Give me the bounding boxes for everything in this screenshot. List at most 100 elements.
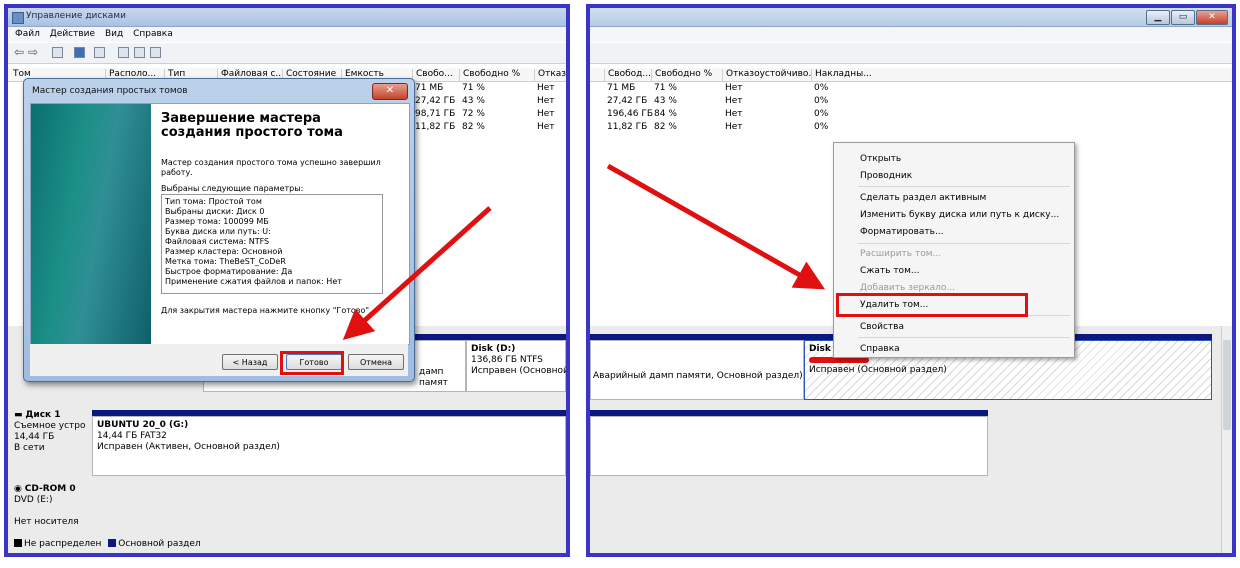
menu-item-explorer[interactable]: Проводник — [860, 171, 912, 181]
title-bar: ▁ ▭ ✕ — [590, 8, 1232, 27]
volume-name: Disk (D:) — [471, 344, 516, 354]
table-row[interactable]: 27,42 ГБ 43 % Нет 0% — [590, 96, 1232, 108]
left-screenshot: Управление дисками Файл Действие Вид Спр… — [4, 4, 570, 557]
wizard-summary-box[interactable]: Тип тома: Простой том Выбраны диски: Дис… — [161, 194, 383, 294]
volume-size: 136,86 ГБ NTFS — [471, 355, 543, 365]
wizard-heading: Завершение мастера создания простого том… — [161, 111, 343, 140]
cancel-button[interactable]: Отмена — [348, 354, 404, 370]
legend-unallocated: Не распределен — [24, 539, 102, 549]
table-row[interactable]: 196,46 ГБ 84 % Нет 0% — [590, 109, 1232, 121]
help-icon[interactable] — [74, 47, 85, 58]
legend-primary: Основной раздел — [118, 539, 201, 549]
menu-file[interactable]: Файл — [15, 29, 40, 39]
col-free-pct[interactable]: Свободно % — [459, 69, 535, 81]
menu-separator — [858, 186, 1070, 187]
disk1-name: Диск 1 — [25, 410, 61, 420]
volume-disk-d[interactable]: Disk (D:) 136,86 ГБ NTFS Исправен (Основ… — [466, 340, 566, 392]
summary-line: Размер кластера: Основной — [165, 247, 283, 256]
rescan-icon[interactable] — [134, 47, 145, 58]
summary-line: Выбраны диски: Диск 0 — [165, 207, 265, 216]
disk-management-icon — [12, 12, 24, 24]
list-view-icon[interactable] — [94, 47, 105, 58]
wizard-title: Мастер создания простых томов — [32, 86, 188, 96]
cell-fault: Нет — [725, 122, 743, 132]
col-free[interactable]: Свобо... — [412, 69, 460, 81]
menu-item-change-letter[interactable]: Изменить букву диска или путь к диску... — [860, 210, 1059, 220]
cdrom-drive: DVD (E:) — [14, 495, 53, 505]
cell-fault: Нет — [537, 122, 555, 132]
cell-fault: Нет — [725, 96, 743, 106]
volume-name: UBUNTU 20_0 (G:) — [97, 420, 189, 430]
menu-item-open[interactable]: Открыть — [860, 154, 901, 164]
cell-overhead: 0% — [814, 122, 829, 132]
menu-view[interactable]: Вид — [105, 29, 123, 39]
table-row[interactable]: 71 МБ 71 % Нет 0% — [590, 83, 1232, 95]
unallocated-swatch — [14, 539, 22, 547]
crash-dump-fragment: дамп памят — [419, 367, 448, 388]
disk1-label[interactable]: ▬ Диск 1 Съемное устро 14,44 ГБ В сети — [14, 410, 86, 454]
refresh-icon[interactable] — [118, 47, 129, 58]
volume-status: Исправен (Основной р — [471, 366, 570, 376]
volume-ubuntu[interactable]: UBUNTU 20_0 (G:) 14,44 ГБ FAT32 Исправен… — [92, 416, 566, 476]
summary-line: Размер тома: 100099 МБ — [165, 217, 269, 226]
col-free-pct[interactable]: Свободно % — [651, 69, 723, 81]
back-arrow-icon[interactable]: ⇦ — [14, 46, 25, 58]
menu-separator — [858, 243, 1070, 244]
menu-action[interactable]: Действие — [50, 29, 95, 39]
table-row[interactable]: 11,82 ГБ 82 % Нет 0% — [590, 122, 1232, 134]
wizard-footer: < Назад Готово Отмена — [30, 344, 408, 376]
menu-item-help[interactable]: Справка — [860, 344, 900, 354]
disk1-type: Съемное устро — [14, 421, 86, 431]
menu-item-properties[interactable]: Свойства — [860, 322, 904, 332]
disk1-size: 14,44 ГБ — [14, 432, 55, 442]
volume-ubuntu[interactable] — [590, 416, 988, 476]
cell-free-pct: 72 % — [462, 109, 485, 119]
summary-line: Быстрое форматирование: Да — [165, 267, 293, 276]
minimize-icon[interactable]: ▁ — [1146, 10, 1170, 25]
cell-free-pct: 84 % — [654, 109, 677, 119]
disk-graphical-view: Аварийный дамп памяти, Основной раздел) … — [590, 326, 1232, 553]
cell-fault: Нет — [537, 83, 555, 93]
summary-line: Буква диска или путь: U: — [165, 227, 271, 236]
volume-status: Исправен (Основной раздел) — [809, 365, 947, 375]
cell-overhead: 0% — [814, 109, 829, 119]
cell-free-pct: 71 % — [462, 83, 485, 93]
volume-crash-dump[interactable]: Аварийный дамп памяти, Основной раздел) — [590, 340, 804, 400]
console-tree-icon[interactable] — [52, 47, 63, 58]
cell-free: 27,42 ГБ — [607, 96, 648, 106]
cell-free: 11,82 ГБ — [607, 122, 648, 132]
menu-item-make-active[interactable]: Сделать раздел активным — [860, 193, 986, 203]
wizard-params-label: Выбраны следующие параметры: — [161, 184, 304, 193]
wizard-close-button[interactable]: ✕ — [372, 83, 408, 100]
summary-line: Файловая система: NTFS — [165, 237, 270, 246]
cdrom-media: Нет носителя — [14, 517, 79, 527]
menu-help[interactable]: Справка — [133, 29, 173, 39]
cell-fault: Нет — [725, 109, 743, 119]
cdrom-label[interactable]: ◉ CD-ROM 0 DVD (E:) Нет носителя — [14, 484, 79, 528]
cell-free: 71 МБ — [415, 83, 444, 93]
menu-item-format[interactable]: Форматировать... — [860, 227, 944, 237]
context-menu: Открыть Проводник Сделать раздел активны… — [833, 142, 1075, 358]
properties-icon[interactable] — [150, 47, 161, 58]
cell-free-pct: 43 % — [654, 96, 677, 106]
cell-free: 27,42 ГБ — [415, 96, 456, 106]
summary-line: Применение сжатия файлов и папок: Нет — [165, 277, 342, 286]
volume-status: Исправен (Активен, Основной раздел) — [97, 442, 280, 452]
maximize-icon[interactable]: ▭ — [1171, 10, 1195, 25]
vertical-scrollbar[interactable] — [1221, 326, 1232, 553]
summary-line: Тип тома: Простой том — [165, 197, 262, 206]
col-overhead[interactable]: Накладны... — [811, 69, 871, 81]
col-fault[interactable]: Отказо... — [534, 69, 566, 81]
window-controls: ▁ ▭ ✕ — [1146, 10, 1228, 25]
col-fault-tolerance[interactable]: Отказоустойчиво... — [722, 69, 812, 81]
volume-size: 14,44 ГБ FAT32 — [97, 431, 167, 441]
back-button[interactable]: < Назад — [222, 354, 278, 370]
cdrom-icon: ◉ — [14, 484, 22, 494]
volume-list-header: Свобод... Свободно % Отказоустойчиво... … — [590, 68, 1232, 82]
scrollbar-thumb[interactable] — [1223, 340, 1231, 430]
toolbar: ⇦ ⇨ — [8, 43, 566, 64]
close-icon[interactable]: ✕ — [1196, 10, 1228, 25]
col-free[interactable]: Свобод... — [604, 69, 652, 81]
forward-arrow-icon[interactable]: ⇨ — [28, 46, 39, 58]
menu-item-shrink[interactable]: Сжать том... — [860, 266, 919, 276]
